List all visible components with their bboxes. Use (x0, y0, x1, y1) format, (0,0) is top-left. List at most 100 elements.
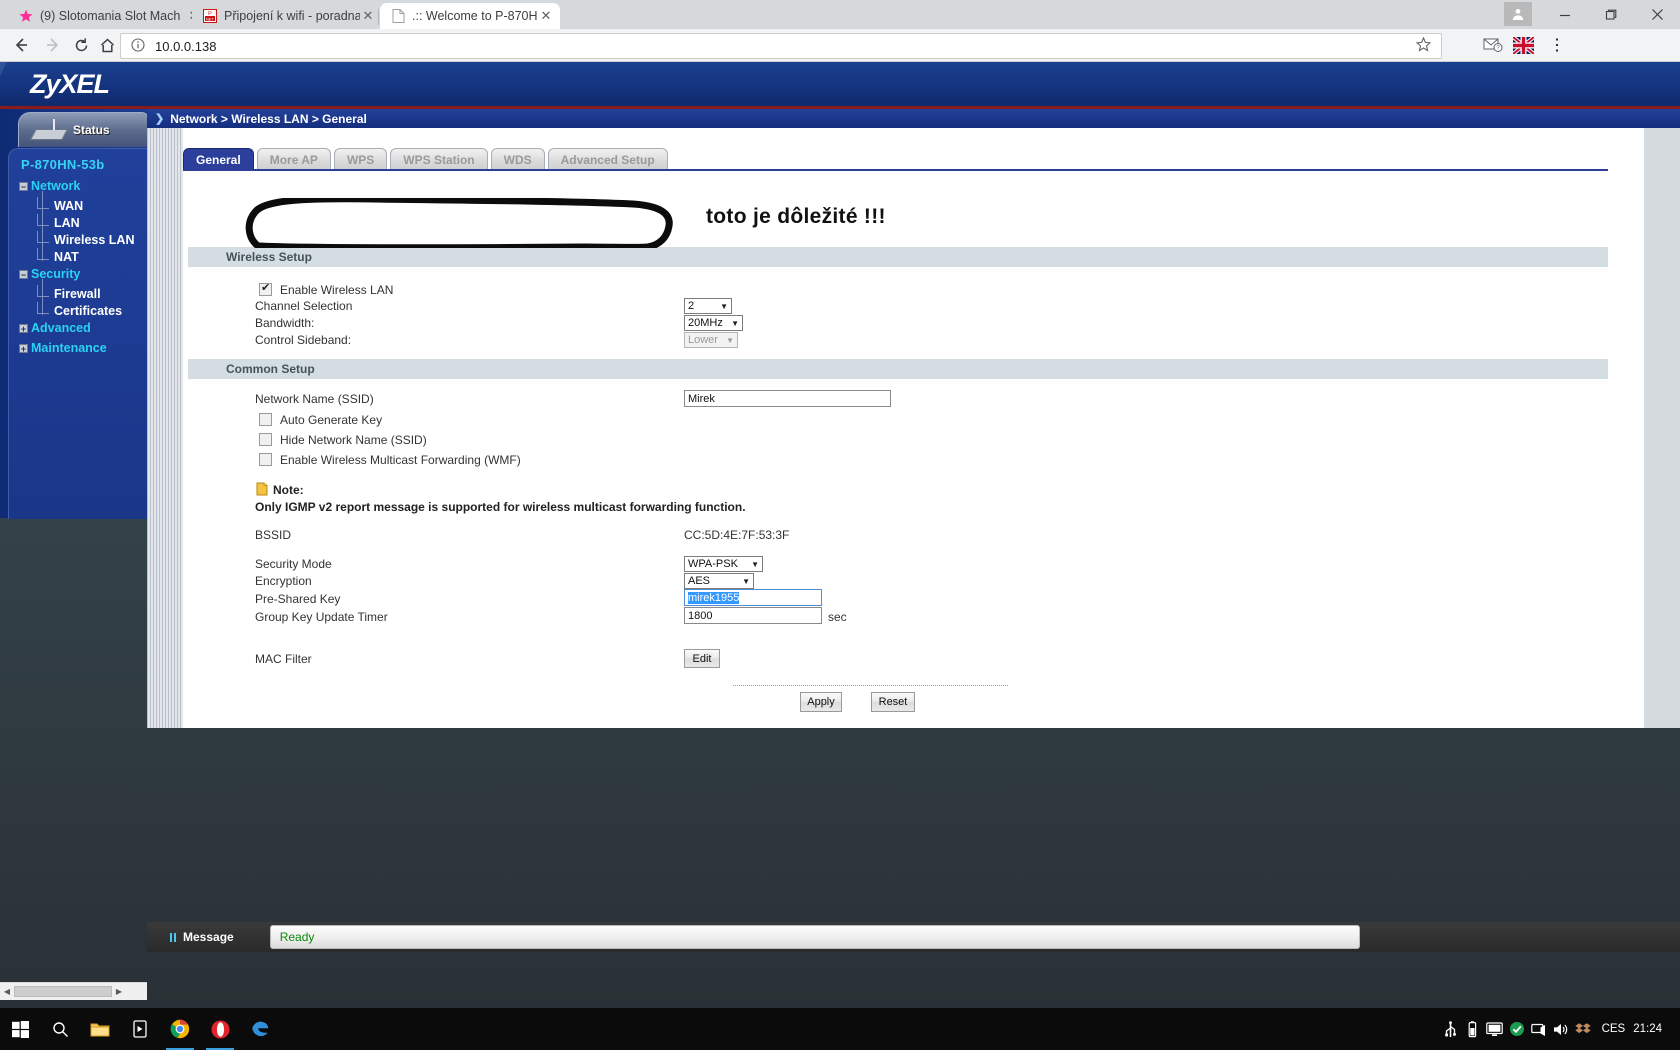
tab-wds[interactable]: WDS (490, 148, 545, 170)
group-key-timer-label: Group Key Update Timer (255, 610, 388, 624)
router-icon (30, 119, 68, 140)
encryption-select[interactable]: AES ▼ (684, 573, 754, 589)
sidebar-item-wireless-lan[interactable]: Wireless LAN (37, 231, 134, 248)
expand-icon[interactable]: + (19, 323, 28, 333)
sidebar-item-label: Wireless LAN (54, 232, 135, 247)
usb-icon[interactable] (1440, 1008, 1462, 1050)
pre-shared-key-input[interactable]: mirek1955 (684, 589, 822, 606)
back-button[interactable] (8, 32, 34, 58)
collapse-icon[interactable]: − (19, 181, 28, 191)
bookmark-star-icon[interactable] (1413, 36, 1433, 55)
forward-button[interactable] (40, 32, 66, 58)
hide-ssid-checkbox[interactable] (259, 433, 272, 446)
sidebar-item-maintenance[interactable]: + Maintenance (19, 341, 107, 355)
address-bar-url[interactable]: 10.0.0.138 (155, 39, 1413, 54)
bandwidth-select[interactable]: 20MHz ▼ (684, 315, 743, 331)
close-button[interactable] (1634, 0, 1680, 29)
show-desktop-button[interactable] (1672, 1008, 1680, 1050)
sidebar-item-label: Security (31, 267, 81, 281)
net-icon: P NET (202, 8, 218, 24)
search-icon[interactable] (40, 1008, 80, 1050)
section-common-setup: Common Setup (188, 359, 1608, 379)
chrome-icon[interactable] (160, 1008, 200, 1050)
tree-elbow-icon (37, 285, 49, 297)
auto-generate-key-checkbox[interactable] (259, 413, 272, 426)
chevron-down-icon: ▼ (726, 335, 734, 345)
sidebar-item-wan[interactable]: WAN (37, 197, 83, 214)
sidebar-item-firewall[interactable]: Firewall (37, 285, 101, 302)
encryption-label: Encryption (255, 574, 312, 588)
sidebar-item-security[interactable]: − Security (19, 267, 80, 281)
sidebar-item-lan[interactable]: LAN (37, 214, 80, 231)
tab-general[interactable]: General (183, 148, 254, 170)
sidebar-item-advanced[interactable]: + Advanced (19, 321, 91, 335)
close-icon[interactable]: ✕ (360, 8, 376, 24)
scroll-left-arrow-icon[interactable]: ◀ (0, 987, 14, 996)
pre-shared-key-label: Pre-Shared Key (255, 592, 341, 606)
sidebar-item-label: LAN (54, 215, 80, 230)
control-sideband-select[interactable]: Lower ▼ (684, 332, 738, 348)
browser-tab-zyxel-welcome[interactable]: .:: Welcome to P-870HN- ✕ (380, 3, 560, 29)
windows-start-icon[interactable] (0, 1008, 40, 1050)
sidebar-item-label: Maintenance (31, 341, 107, 355)
reset-button[interactable]: Reset (871, 692, 915, 712)
close-icon[interactable]: ✕ (538, 8, 554, 24)
mail-extension-icon[interactable]: ? (1482, 34, 1504, 56)
opera-icon[interactable] (200, 1008, 240, 1050)
monitor-icon[interactable] (1484, 1008, 1506, 1050)
router-web-ui: ZyXEL Status P-870HN-53b − Network WAN L… (0, 62, 1680, 1008)
expand-icon[interactable]: + (19, 343, 28, 353)
sidebar-item-label: NAT (54, 249, 79, 264)
browser-tab-wifi-poradna[interactable]: P NET Připojení k wifi - poradna ✕ (192, 3, 382, 29)
shield-icon[interactable] (1506, 1008, 1528, 1050)
sidebar-item-certificates[interactable]: Certificates (37, 302, 122, 319)
chrome-menu-icon[interactable]: ⋮ (1546, 34, 1568, 56)
enable-wireless-lan-checkbox[interactable] (259, 281, 272, 296)
chevron-down-icon: ▼ (742, 576, 750, 586)
tab-label: WPS Station (403, 152, 475, 167)
tab-advanced-setup[interactable]: Advanced Setup (547, 148, 668, 170)
file-explorer-icon[interactable] (80, 1008, 120, 1050)
channel-selection-select[interactable]: 2 ▼ (684, 298, 732, 314)
flag-uk-extension-icon[interactable] (1512, 34, 1534, 56)
page-info-icon[interactable] (131, 38, 147, 54)
wmf-checkbox[interactable] (259, 453, 272, 466)
collapse-icon[interactable]: − (19, 269, 28, 279)
browser-tab-title: .:: Welcome to P-870HN- (412, 9, 538, 23)
sidebar-status-tab[interactable]: Status (18, 112, 148, 147)
scroll-right-arrow-icon[interactable]: ▶ (112, 987, 126, 996)
reload-button[interactable] (68, 32, 94, 58)
home-button[interactable] (94, 32, 120, 58)
edge-icon[interactable] (240, 1008, 280, 1050)
horizontal-scrollbar[interactable]: ◀ ▶ (0, 982, 147, 1000)
tab-wps-station[interactable]: WPS Station (390, 148, 488, 170)
apply-button[interactable]: Apply (800, 692, 842, 712)
group-key-timer-unit: sec (828, 610, 847, 624)
scrollbar-thumb[interactable] (14, 986, 112, 997)
battery-icon[interactable] (1462, 1008, 1484, 1050)
security-mode-select[interactable]: WPA-PSK ▼ (684, 556, 763, 572)
maximize-button[interactable] (1588, 0, 1634, 29)
sidebar-item-nat[interactable]: NAT (37, 248, 79, 265)
taskbar-clock[interactable]: 21:24 (1633, 1023, 1662, 1035)
svg-text:NET: NET (206, 16, 215, 21)
profile-icon[interactable] (1504, 2, 1532, 26)
ssid-label: Network Name (SSID) (255, 392, 374, 406)
minimize-button[interactable] (1542, 0, 1588, 29)
network-icon[interactable] (1528, 1008, 1550, 1050)
taskbar-language[interactable]: CES (1602, 1023, 1626, 1035)
group-key-timer-input[interactable]: 1800 (684, 607, 822, 624)
tab-more-ap[interactable]: More AP (256, 148, 331, 170)
mac-filter-edit-button[interactable]: Edit (684, 649, 720, 668)
store-icon[interactable] (120, 1008, 160, 1050)
dropbox-icon[interactable] (1572, 1008, 1594, 1050)
tab-underline (183, 169, 1608, 171)
sidebar-status-label: Status (73, 123, 110, 137)
encryption-value: AES (688, 575, 711, 587)
tab-wps[interactable]: WPS (333, 148, 388, 170)
sound-icon[interactable] (1550, 1008, 1572, 1050)
ssid-input[interactable]: Mirek (684, 390, 891, 407)
address-bar[interactable]: 10.0.0.138 (120, 33, 1442, 59)
browser-tab-slotomania[interactable]: (9) Slotomania Slot Mach ✕ (8, 3, 208, 29)
sidebar-item-network[interactable]: − Network (19, 179, 80, 193)
